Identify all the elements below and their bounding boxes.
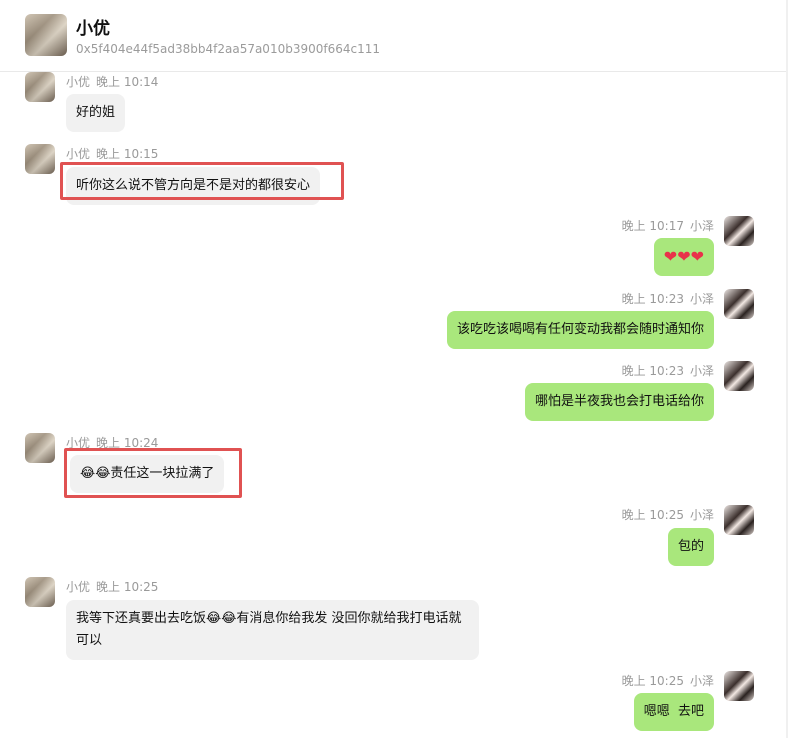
message-bubble[interactable]: 我等下还真要出去吃饭😂😂有消息你给我发 没回你就给我打电话就可以 xyxy=(66,600,479,660)
message-meta: 小优 晚上 10:15 xyxy=(66,145,158,162)
message-bubble[interactable]: 该吃吃该喝喝有任何变动我都会随时通知你 xyxy=(446,311,714,349)
sender-name: 小泽 xyxy=(689,292,714,306)
sender-name: 小优 xyxy=(66,75,91,89)
message-time: 晚上 10:25 xyxy=(621,508,684,522)
sender-name: 小优 xyxy=(66,580,91,594)
contact-name: 小优 xyxy=(76,19,110,39)
contact-avatar[interactable] xyxy=(25,14,67,56)
highlight-box xyxy=(60,162,344,200)
message-bubble[interactable]: 好的姐 xyxy=(66,94,126,132)
sender-name: 小优 xyxy=(66,147,91,161)
message-meta: 晚上 10:23 小泽 xyxy=(622,290,714,307)
self-avatar[interactable] xyxy=(724,671,754,701)
sender-avatar[interactable] xyxy=(25,577,55,607)
self-avatar[interactable] xyxy=(724,216,754,246)
message-meta: 晚上 10:25 小泽 xyxy=(622,672,714,689)
contact-address: 0x5f404e44f5ad38bb4f2aa57a010b3900f664c1… xyxy=(76,42,381,56)
message-time: 晚上 10:14 xyxy=(96,75,159,89)
sender-name: 小泽 xyxy=(689,364,714,378)
sender-avatar[interactable] xyxy=(25,433,55,463)
message-bubble[interactable]: ❤❤❤ xyxy=(653,238,714,276)
message-bubble[interactable]: 嗯嗯 去吧 xyxy=(633,693,714,731)
message-time: 晚上 10:25 xyxy=(96,580,159,594)
message-bubble[interactable]: 包的 xyxy=(667,528,714,566)
sender-name: 小泽 xyxy=(689,219,714,233)
message-time: 晚上 10:23 xyxy=(621,364,684,378)
sender-avatar[interactable] xyxy=(25,144,55,174)
self-avatar[interactable] xyxy=(724,505,754,535)
message-meta: 晚上 10:17 小泽 xyxy=(622,217,714,234)
sender-name: 小泽 xyxy=(689,674,714,688)
message-meta: 晚上 10:25 小泽 xyxy=(622,506,714,523)
message-time: 晚上 10:23 xyxy=(621,292,684,306)
sender-name: 小泽 xyxy=(689,508,714,522)
message-time: 晚上 10:25 xyxy=(621,674,684,688)
self-avatar[interactable] xyxy=(724,289,754,319)
message-meta: 小优 晚上 10:25 xyxy=(66,578,158,595)
sender-avatar[interactable] xyxy=(25,72,55,102)
message-time: 晚上 10:17 xyxy=(621,219,684,233)
message-meta: 晚上 10:23 小泽 xyxy=(622,362,714,379)
message-bubble[interactable]: 哪怕是半夜我也会打电话给你 xyxy=(524,383,714,421)
message-meta: 小优 晚上 10:14 xyxy=(66,73,158,90)
highlight-box xyxy=(64,448,242,498)
message-time: 晚上 10:15 xyxy=(96,147,159,161)
self-avatar[interactable] xyxy=(724,361,754,391)
chat-header: 小优 0x5f404e44f5ad38bb4f2aa57a010b3900f66… xyxy=(0,0,786,72)
